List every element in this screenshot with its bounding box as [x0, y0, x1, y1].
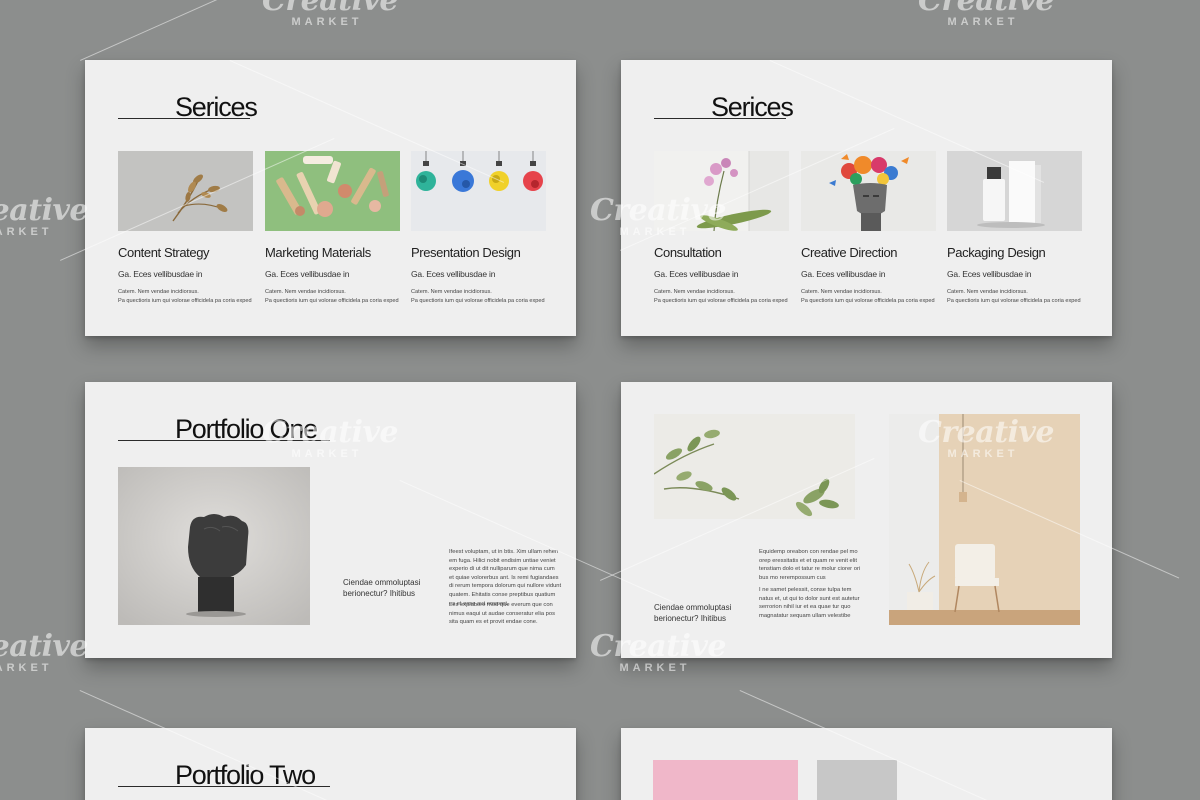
card-description: Catem. Nem vendae incidiorsus. Pa quectio…: [411, 289, 545, 304]
body-paragraph: Ifeest voluptam, ut in btis. Xim ullam r…: [449, 549, 562, 607]
branches-image: [653, 414, 855, 519]
card-subtitle: Ga. Eces vellibusdae in: [801, 269, 886, 279]
card-description: Catem. Nem vendae incidiorsus. Pa quectio…: [118, 289, 252, 304]
slide-title: Serices: [175, 92, 258, 122]
card-description: Catem. Nem vendae incidiorsus. Pa quectio…: [265, 289, 399, 304]
watermark-line: [80, 0, 254, 61]
card-description: Catem. Nem vendae incidiorsus. Pa quectio…: [801, 289, 935, 304]
slide-services-1: Serices Content Strategy Ga. Eces vellib…: [85, 60, 576, 336]
interior-room-image: [889, 414, 1080, 625]
slide-color-blocks: [621, 728, 1112, 800]
card-subtitle: Ga. Eces vellibusdae in: [947, 269, 1032, 279]
slide-portfolio-one: Portfolio One Ciendae ommoluptasi berione…: [85, 382, 576, 658]
card-title: Marketing Materials: [265, 245, 371, 260]
statue-with-flowers-image: [801, 151, 936, 231]
packaging-bottle-image: [947, 151, 1082, 231]
lightbulbs-image: [411, 151, 546, 231]
watermark-logo: CreativeMARKET: [0, 629, 88, 675]
card-title: Content Strategy: [118, 245, 210, 260]
slide-title: Portfolio Two: [175, 760, 316, 790]
slide-portfolio-gallery: Equidemp oreabon con rendae pel mo orep e…: [621, 382, 1112, 658]
card-description: Catem. Nem vendae incidiorsus. Pa quectio…: [654, 289, 788, 304]
dried-flowers-image: [118, 151, 253, 231]
card-title: Consultation: [654, 245, 722, 260]
fist-sculpture-image: [118, 467, 310, 625]
slide-services-2: Serices Consultation Ga. Eces vellibusda…: [621, 60, 1112, 336]
gray-block: [817, 760, 897, 800]
card-title: Presentation Design: [411, 245, 521, 260]
watermark-logo: CreativeMARKET: [918, 0, 1054, 28]
card-title: Creative Direction: [801, 245, 898, 260]
card-subtitle: Ga. Eces vellibusdae in: [118, 269, 203, 279]
body-paragraph: Equidemp oreabon con rendae pel mo orep e…: [759, 549, 861, 581]
card-subtitle: Ga. Eces vellibusdae in: [411, 269, 496, 279]
slide-title: Serices: [711, 92, 794, 122]
body-paragraph-2: Les explabore mod que everum que con nimu…: [449, 602, 556, 626]
card-subtitle: Ga. Eces vellibusdae in: [265, 269, 350, 279]
card-description: Catem. Nem vendae incidiorsus. Pa quectio…: [947, 289, 1081, 304]
slide-title: Portfolio One: [175, 414, 318, 444]
watermark-logo: CreativeMARKET: [0, 193, 88, 239]
cosmetics-image: [265, 151, 400, 231]
orchid-image: [654, 151, 789, 231]
quote-text: Ciendae ommoluptasi berionectur? Ihitibus: [654, 603, 732, 623]
body-paragraph-2: I ne samet pelessit, conse tulpa tem natu…: [759, 587, 860, 619]
watermark-logo: CreativeMARKET: [262, 0, 398, 28]
pink-block: [653, 760, 798, 800]
card-subtitle: Ga. Eces vellibusdae in: [654, 269, 739, 279]
card-title: Packaging Design: [947, 245, 1046, 260]
quote-text: Ciendae ommoluptasi berionectur? Ihitibus: [343, 578, 421, 598]
slide-portfolio-two: Portfolio Two: [85, 728, 576, 800]
